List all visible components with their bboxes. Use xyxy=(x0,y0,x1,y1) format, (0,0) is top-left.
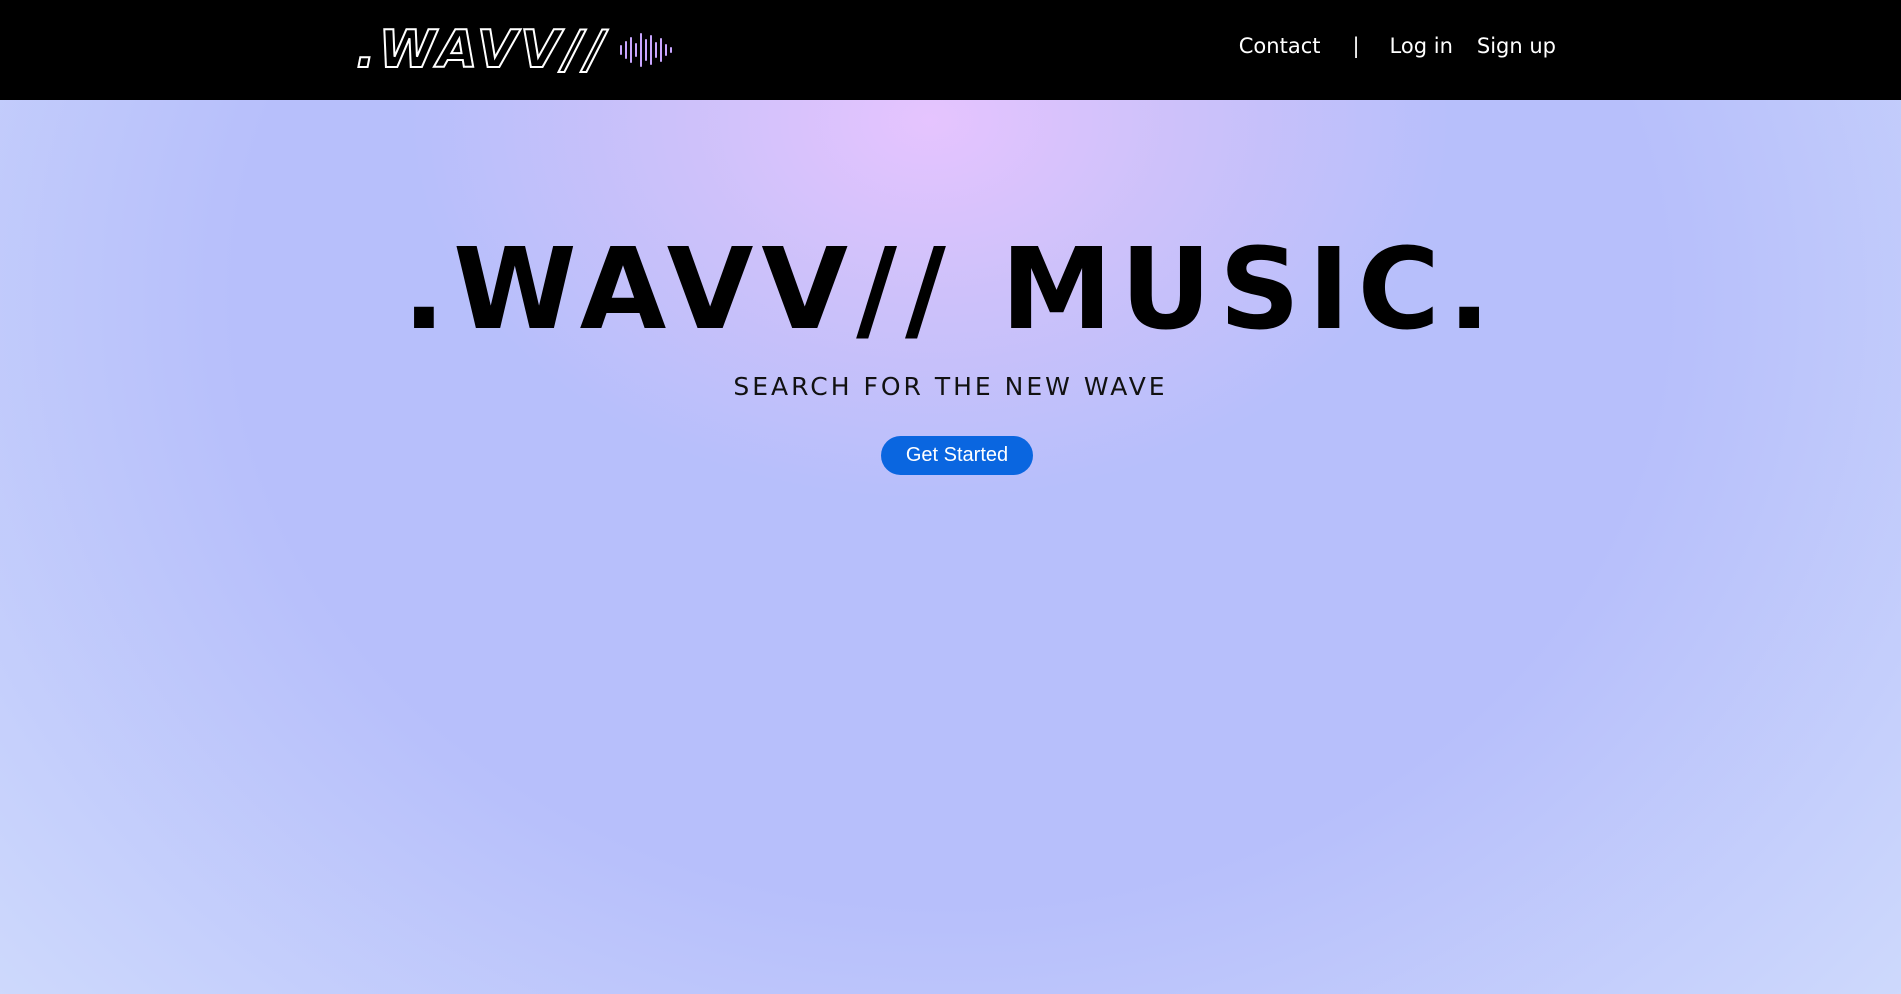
hero-tagline: SEARCH FOR THE NEW WAVE xyxy=(733,372,1168,401)
get-started-button[interactable]: Get Started xyxy=(881,436,1033,475)
header-nav: Contact | Log in Sign up xyxy=(1239,34,1556,58)
contact-link[interactable]: Contact xyxy=(1239,34,1321,58)
signup-link[interactable]: Sign up xyxy=(1477,34,1556,58)
hero-title: .WAVV// MUSIC. xyxy=(402,225,1499,355)
top-navigation-bar: .WAVV// Contact | Log in Sign up xyxy=(0,0,1901,100)
soundwave-icon xyxy=(620,33,673,67)
logo-text: .WAVV// xyxy=(355,19,608,81)
hero-section: .WAVV// MUSIC. SEARCH FOR THE NEW WAVE G… xyxy=(0,100,1901,994)
logo[interactable]: .WAVV// xyxy=(355,18,675,82)
login-link[interactable]: Log in xyxy=(1390,34,1453,58)
nav-separator: | xyxy=(1352,34,1360,58)
